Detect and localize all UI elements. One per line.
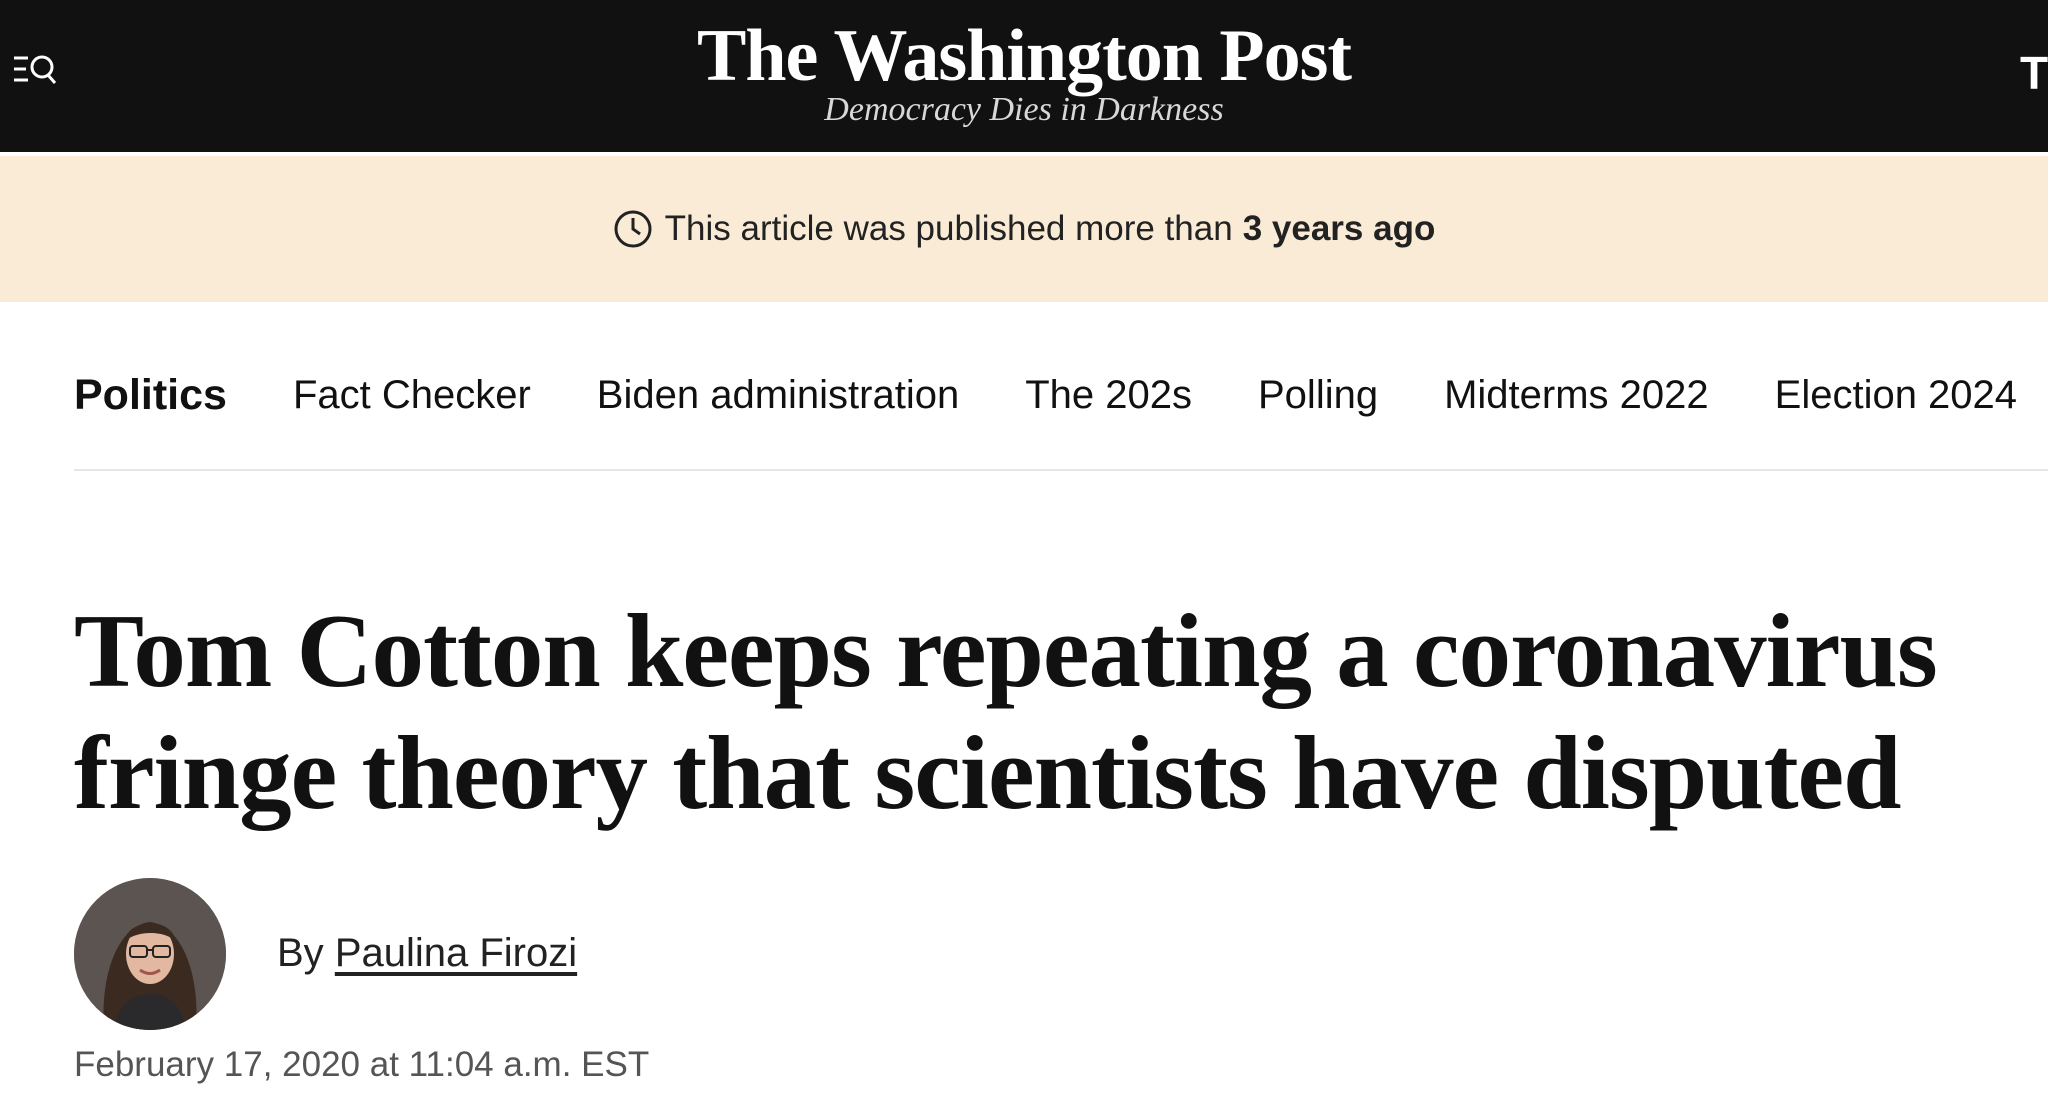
nav-item-midterms-2022[interactable]: Midterms 2022 (1444, 373, 1709, 418)
nav-item-election-2024[interactable]: Election 2024 (1775, 373, 2017, 418)
article-headline: Tom Cotton keeps repeating a coronavirus… (74, 592, 1938, 831)
author-link[interactable]: Paulina Firozi (335, 931, 577, 975)
article-age-banner: This article was published more than 3 y… (0, 156, 2048, 302)
nav-item-biden-administration[interactable]: Biden administration (597, 373, 959, 418)
banner-emphasis: 3 years ago (1242, 209, 1436, 248)
publish-timestamp: February 17, 2020 at 11:04 a.m. EST (74, 1045, 650, 1084)
nav-item-politics[interactable]: Politics (74, 371, 227, 420)
nav-item-polling[interactable]: Polling (1258, 373, 1378, 418)
masthead-right-link[interactable]: T (2020, 48, 2048, 98)
section-nav: Politics Fact Checker Biden administrati… (74, 360, 2048, 430)
nav-item-fact-checker[interactable]: Fact Checker (293, 373, 531, 418)
clock-icon (614, 210, 652, 248)
nav-divider (74, 469, 2048, 471)
author-avatar[interactable] (74, 878, 226, 1030)
banner-text: This article was published more than (664, 209, 1233, 248)
site-logo[interactable]: The Washington Post (0, 10, 2048, 102)
masthead: The Washington Post Democracy Dies in Da… (0, 0, 2048, 152)
byline: By Paulina Firozi (277, 929, 577, 977)
nav-item-the-202s[interactable]: The 202s (1025, 373, 1192, 418)
byline-prefix: By (277, 931, 324, 975)
site-tagline: Democracy Dies in Darkness (824, 91, 1224, 128)
